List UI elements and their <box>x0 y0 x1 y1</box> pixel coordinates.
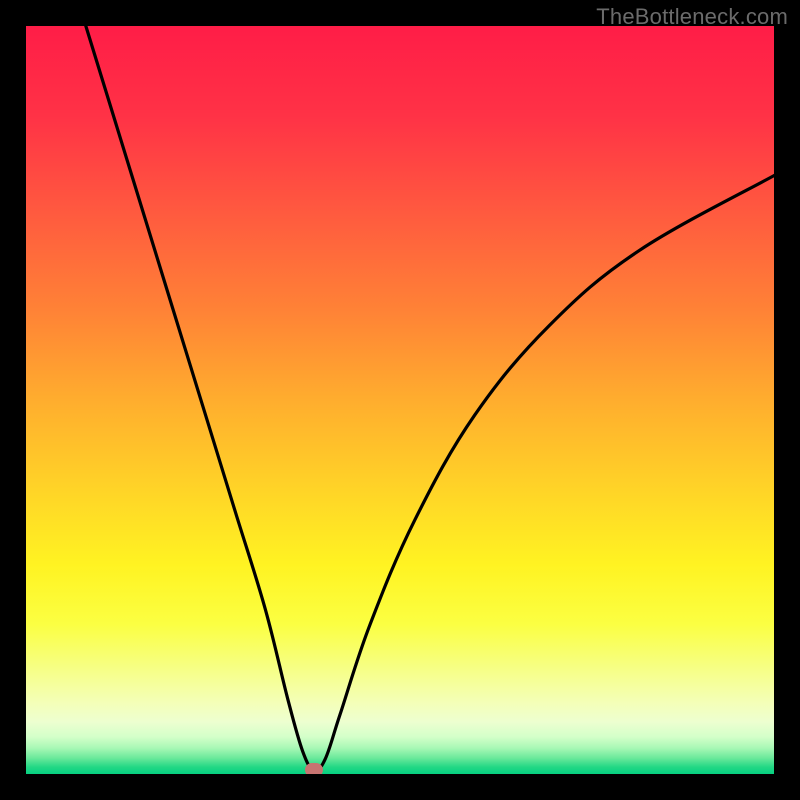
watermark-text: TheBottleneck.com <box>596 4 788 30</box>
chart-frame: TheBottleneck.com <box>0 0 800 800</box>
optimal-marker <box>305 763 323 774</box>
bottleneck-curve <box>26 26 774 774</box>
plot-area <box>26 26 774 774</box>
